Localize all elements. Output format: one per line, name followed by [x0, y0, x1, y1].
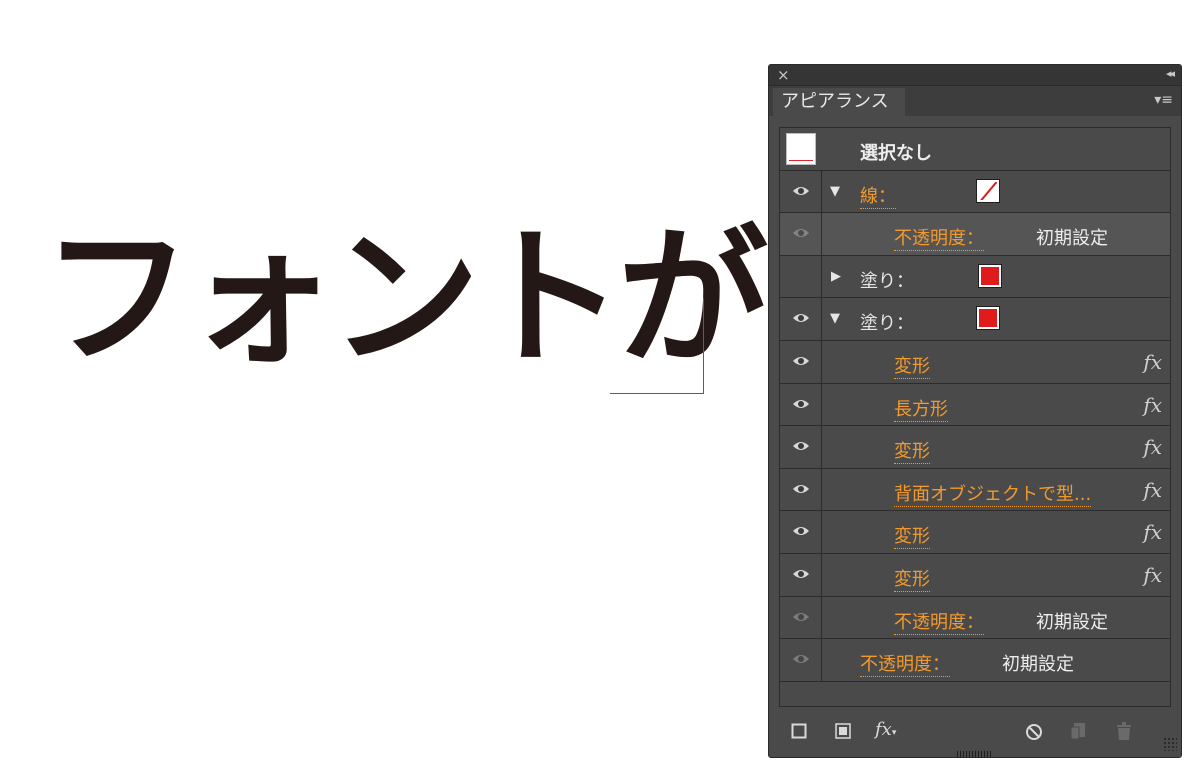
visibility-toggle[interactable]: [780, 468, 822, 511]
dropdown-arrow-icon: ▾: [891, 728, 897, 738]
resize-corner-icon[interactable]: [1163, 737, 1177, 751]
attribute-link[interactable]: 不透明度：: [894, 611, 984, 635]
selection-thumbnail: [786, 133, 816, 165]
panel-titlebar[interactable]: × ◂◂: [769, 65, 1181, 86]
trash-icon: [1117, 722, 1131, 740]
collapse-icon[interactable]: ◂◂: [1166, 67, 1175, 80]
close-icon[interactable]: ×: [777, 66, 790, 84]
eye-icon: [793, 527, 809, 536]
add-effect-icon[interactable]: fx▾: [875, 719, 896, 740]
panel-resize-grip[interactable]: [957, 751, 993, 757]
appearance-row-opacity[interactable]: 不透明度： 初期設定: [780, 213, 1170, 256]
tab-appearance[interactable]: アピアランス: [773, 88, 905, 116]
effect-row[interactable]: 変形 fx: [780, 511, 1170, 554]
fill-label: 塗り：: [860, 313, 914, 335]
eye-icon: [793, 399, 809, 408]
eye-icon: [793, 356, 809, 365]
text-bounding-corner: [610, 298, 704, 394]
eye-icon: [793, 569, 809, 578]
selection-label: 選択なし: [860, 143, 932, 164]
visibility-toggle[interactable]: [780, 255, 822, 298]
appearance-row-fill[interactable]: ▼ 塗り：: [780, 298, 1170, 341]
effect-link[interactable]: 長方形: [894, 398, 948, 422]
visibility-toggle[interactable]: [780, 596, 822, 639]
appearance-panel: × ◂◂ アピアランス ▾≡ 選択なし ▼ 線： 不透明度： 初期設定 ▶ 塗り…: [768, 64, 1182, 758]
effect-row[interactable]: 長方形 fx: [780, 383, 1170, 427]
visibility-toggle[interactable]: [780, 213, 822, 255]
fill-swatch[interactable]: [978, 263, 1002, 288]
fx-icon: fx: [1143, 562, 1162, 587]
fx-icon: fx: [1143, 477, 1162, 502]
fx-icon: fx: [1143, 392, 1162, 417]
fx-icon: fx: [1143, 435, 1162, 460]
opacity-value: 初期設定: [1036, 228, 1108, 250]
eye-icon: [793, 186, 809, 195]
effect-link[interactable]: 変形: [894, 441, 930, 465]
fill-label: 塗り：: [860, 270, 914, 292]
stroke-swatch-none[interactable]: [976, 178, 1000, 203]
visibility-toggle[interactable]: [780, 170, 822, 213]
eye-icon: [793, 229, 809, 238]
appearance-row-opacity[interactable]: 不透明度： 初期設定: [780, 596, 1170, 640]
opacity-value: 初期設定: [1036, 611, 1108, 633]
eye-icon: [793, 442, 809, 451]
visibility-toggle[interactable]: [780, 340, 822, 383]
panel-tabstrip: アピアランス ▾≡: [769, 86, 1181, 116]
visibility-toggle[interactable]: [780, 426, 822, 468]
visibility-toggle[interactable]: [780, 383, 822, 426]
fx-icon: fx: [1143, 520, 1162, 545]
attribute-link[interactable]: 不透明度：: [860, 654, 950, 678]
effect-link[interactable]: 変形: [894, 526, 930, 550]
appearance-list: 選択なし ▼ 線： 不透明度： 初期設定 ▶ 塗り： ▼ 塗り： 変形 fx 長…: [779, 127, 1171, 707]
expand-triangle-icon[interactable]: ▼: [830, 184, 840, 199]
effect-link[interactable]: 変形: [894, 568, 930, 592]
opacity-value: 初期設定: [1002, 654, 1074, 676]
effect-row[interactable]: 変形 fx: [780, 553, 1170, 597]
duplicate-item-icon: [1070, 723, 1085, 740]
visibility-toggle[interactable]: [780, 298, 822, 340]
clear-appearance-icon[interactable]: [1025, 723, 1043, 741]
panel-bottom-toolbar: fx▾: [769, 711, 1181, 751]
expand-triangle-icon[interactable]: ▶: [831, 269, 841, 284]
appearance-row-fill[interactable]: ▶ 塗り：: [780, 255, 1170, 299]
visibility-toggle[interactable]: [780, 511, 822, 553]
appearance-row-stroke[interactable]: ▼ 線：: [780, 170, 1170, 214]
effect-link[interactable]: 変形: [894, 355, 930, 379]
effect-row[interactable]: 変形 fx: [780, 426, 1170, 469]
eye-icon: [793, 612, 809, 621]
effect-row[interactable]: 背面オブジェクトで型... fx: [780, 468, 1170, 512]
attribute-link[interactable]: 不透明度：: [894, 228, 984, 252]
effect-link[interactable]: 背面オブジェクトで型...: [894, 483, 1092, 507]
visibility-toggle[interactable]: [780, 639, 822, 681]
visibility-toggle[interactable]: [780, 553, 822, 596]
add-fill-icon[interactable]: [835, 723, 851, 739]
add-stroke-icon[interactable]: [791, 723, 807, 739]
expand-triangle-icon[interactable]: ▼: [830, 311, 840, 326]
panel-menu-icon[interactable]: ▾≡: [1154, 92, 1173, 108]
eye-icon: [793, 314, 809, 323]
eye-icon: [793, 655, 809, 664]
appearance-row-opacity[interactable]: 不透明度： 初期設定: [780, 639, 1170, 682]
fx-icon: fx: [1143, 349, 1162, 374]
selection-row[interactable]: 選択なし: [780, 128, 1170, 171]
fill-swatch[interactable]: [976, 306, 1000, 331]
eye-icon: [793, 484, 809, 493]
fx-glyph: fx: [875, 719, 892, 740]
attribute-link[interactable]: 線：: [860, 185, 896, 209]
effect-row[interactable]: 変形 fx: [780, 340, 1170, 384]
